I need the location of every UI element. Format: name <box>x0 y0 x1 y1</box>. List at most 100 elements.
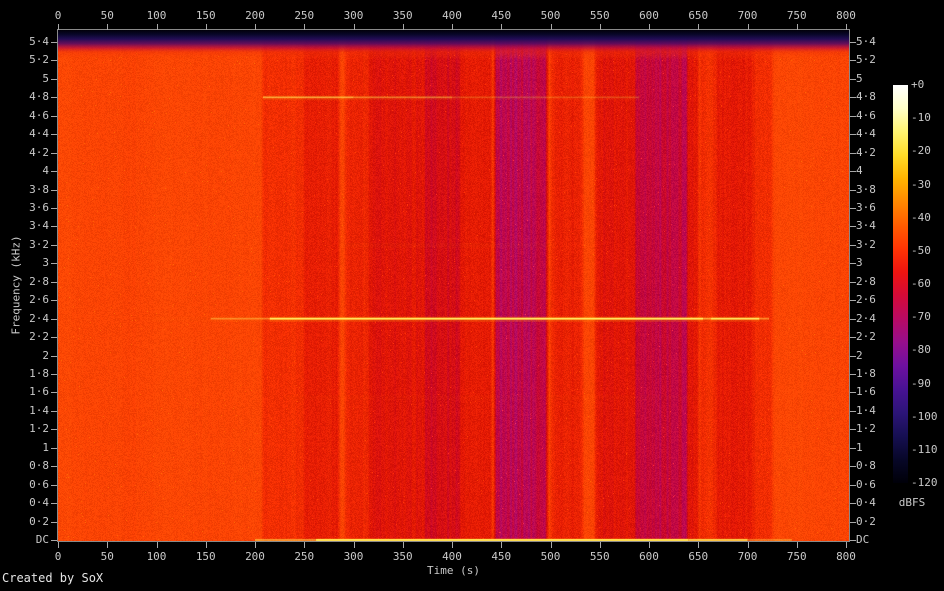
time-tick-label: 200 <box>245 9 265 22</box>
time-tick-mark <box>698 542 700 548</box>
freq-tick-label: 4·4 <box>29 127 49 141</box>
time-tick-mark <box>255 24 256 30</box>
time-tick-label: 350 <box>392 550 413 563</box>
db-tick-label: -20 <box>911 144 931 158</box>
freq-tick-label: 5·2 <box>29 53 49 67</box>
freq-tick-label: 3·8 <box>29 182 49 196</box>
freq-tick-mark <box>51 337 57 339</box>
time-tick-label: 750 <box>786 550 807 563</box>
spectrogram-heatmap <box>57 29 850 542</box>
freq-tick-label: 1·4 <box>29 403 49 417</box>
freq-tick-label: 4·8 <box>29 90 49 104</box>
freq-tick-label: 3·6 <box>29 201 49 214</box>
freq-tick-mark <box>51 208 57 209</box>
freq-tick-mark <box>51 429 57 431</box>
freq-tick-mark <box>51 503 57 505</box>
freq-tick-mark <box>51 281 57 283</box>
time-tick-label: 500 <box>540 550 561 563</box>
time-tick-label: 450 <box>491 550 512 563</box>
time-tick-label: 300 <box>343 9 364 22</box>
freq-tick-mark <box>51 355 57 357</box>
freq-tick-label: 4·2 <box>29 145 49 159</box>
freq-tick-label: 2·2 <box>29 330 49 344</box>
freq-tick-label: 3·4 <box>29 219 49 233</box>
freq-tick-mark <box>51 97 57 99</box>
db-tick-label: -10 <box>911 111 931 125</box>
time-tick-mark <box>501 542 503 548</box>
freq-tick-label: 2·4 <box>29 311 49 325</box>
time-tick-label: 100 <box>146 550 167 563</box>
time-tick-mark <box>452 24 453 30</box>
freq-tick-mark <box>51 484 57 486</box>
time-tick-mark <box>796 542 798 548</box>
time-tick-label: 550 <box>589 550 610 563</box>
time-tick-mark <box>796 24 798 30</box>
freq-tick-mark <box>51 318 57 320</box>
time-tick-mark <box>304 542 306 548</box>
freq-tick-label: 0·2 <box>856 514 876 528</box>
db-tick-label: -110 <box>911 442 938 456</box>
freq-tick-mark <box>51 300 57 302</box>
freq-tick-mark <box>51 263 57 265</box>
time-tick-label: 550 <box>589 9 610 22</box>
freq-tick-label: 0·8 <box>29 459 49 473</box>
freq-tick-mark <box>51 171 57 173</box>
time-tick-label: 700 <box>737 9 758 22</box>
freq-tick-label: 4·6 <box>29 108 49 122</box>
freq-tick-mark <box>51 189 57 191</box>
time-tick-label: 450 <box>491 9 512 22</box>
freq-tick-label: 3 <box>42 256 49 270</box>
time-tick-label: 650 <box>688 9 709 22</box>
time-tick-mark <box>255 542 256 548</box>
time-tick-mark <box>501 24 503 30</box>
freq-tick-label: 5·4 <box>856 35 876 48</box>
freq-tick-mark <box>51 410 57 412</box>
freq-tick-label: 0·4 <box>29 496 49 510</box>
freq-tick-mark <box>51 42 57 43</box>
time-tick-mark <box>353 24 355 30</box>
sox-spectrogram-window: 0 50 100 150 200 250 300 350 400 450 500 550 600 650 7… <box>0 0 944 591</box>
freq-tick-mark <box>51 374 57 375</box>
db-tick-label: -80 <box>911 343 931 357</box>
freq-tick-mark <box>51 60 57 62</box>
time-tick-label: 650 <box>688 550 709 563</box>
time-tick-label: 0 <box>54 9 62 22</box>
time-tick-mark <box>599 542 601 548</box>
time-tick-label: 250 <box>294 9 315 22</box>
time-tick-label: 500 <box>540 9 561 22</box>
time-tick-label: 150 <box>195 9 216 22</box>
time-axis-title: Time (s) <box>427 564 480 577</box>
time-tick-label: 100 <box>146 9 167 22</box>
colorbar-gradient <box>893 85 908 483</box>
db-tick-label: -120 <box>911 476 938 489</box>
time-tick-mark <box>747 542 749 548</box>
time-tick-mark <box>550 24 552 30</box>
freq-tick-mark <box>51 78 57 80</box>
time-tick-label: 600 <box>639 550 659 563</box>
freq-tick-label: 4 <box>42 164 49 178</box>
time-tick-mark <box>402 542 404 548</box>
freq-tick-label: 2·8 <box>29 274 49 288</box>
sox-credit: Created by SoX <box>2 571 104 585</box>
time-tick-mark <box>747 24 749 30</box>
colorbar-unit-label: dBFS <box>898 496 926 509</box>
freq-tick-mark <box>51 540 57 541</box>
time-tick-mark <box>156 542 158 548</box>
freq-tick-label: 3·2 <box>29 237 49 251</box>
freq-tick-label: 1 <box>42 440 49 454</box>
freq-tick-label: DC <box>856 533 870 546</box>
freq-tick-mark <box>51 466 57 468</box>
time-tick-label: 750 <box>786 9 807 22</box>
freq-tick-mark <box>51 447 57 449</box>
db-tick-label: +0 <box>911 78 925 91</box>
time-tick-mark <box>58 542 59 548</box>
time-tick-mark <box>156 24 158 30</box>
freq-tick-label: 0·6 <box>29 477 49 491</box>
freq-tick-label: 5 <box>42 71 49 85</box>
freq-tick-mark <box>51 521 57 523</box>
freq-tick-mark <box>51 152 57 154</box>
time-tick-label: 50 <box>100 550 114 563</box>
freq-tick-label: 5 <box>856 71 863 85</box>
time-tick-mark <box>846 24 847 30</box>
db-tick-label: -70 <box>911 310 931 324</box>
